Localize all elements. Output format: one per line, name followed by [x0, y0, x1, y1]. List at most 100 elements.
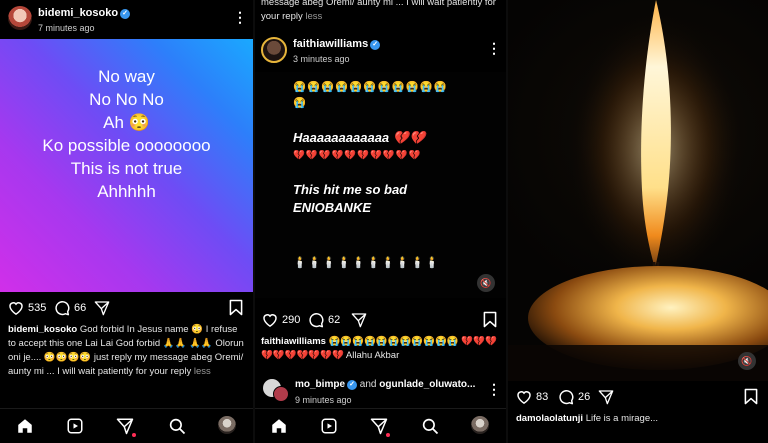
post-column-1: bidemi_kosoko ✓ 7 minutes ago ⋮ No way No… [0, 0, 253, 443]
caption-text: message abeg Oremi/ aunty mi ... I will … [261, 0, 496, 22]
caption-less-link[interactable]: less [305, 11, 322, 22]
post-actions: 83 26 [508, 387, 768, 409]
user-avatar[interactable] [261, 37, 287, 63]
search-icon[interactable] [421, 417, 439, 435]
comment-icon[interactable] [308, 312, 324, 328]
and-text: and [359, 379, 377, 390]
comment-action[interactable]: 26 [558, 389, 590, 405]
like-count: 535 [28, 301, 47, 314]
post-actions: 290 62 [255, 310, 506, 332]
post-username[interactable]: bidemi_kosoko ✓ [38, 7, 131, 19]
comment-count: 62 [328, 314, 341, 326]
post-header: faithiawilliams ✓ 3 minutes ago ⋮ [255, 34, 506, 72]
share-icon[interactable] [94, 300, 110, 316]
more-icon[interactable]: ⋮ [487, 382, 501, 396]
post-time: 7 minutes ago [38, 23, 95, 33]
username-text[interactable]: faithiawilliams [293, 38, 368, 50]
post-video[interactable]: 🔇 [508, 0, 768, 381]
image-line: Ah 😳 [103, 113, 150, 132]
search-icon[interactable] [168, 417, 186, 435]
caption-less-link[interactable]: less [194, 366, 211, 377]
username-text[interactable]: mo_bimpe [295, 379, 345, 390]
bottom-nav [255, 408, 506, 443]
like-action[interactable]: 290 [262, 312, 300, 327]
post-image[interactable]: No way No No No Ah 😳 Ko possible ooooooo… [0, 39, 253, 292]
reels-icon[interactable] [66, 417, 84, 435]
verified-icon: ✓ [120, 9, 131, 19]
save-action[interactable] [483, 311, 497, 328]
post-header: bidemi_kosoko ✓ 7 minutes ago ⋮ [0, 0, 253, 38]
like-action[interactable]: 535 [8, 300, 46, 315]
post-username[interactable]: mo_bimpe ✓ and ogunlade_oluwato... [295, 379, 475, 390]
post-caption: damolaolatunji Life is a mirage... [516, 412, 761, 426]
reels-icon[interactable] [320, 417, 338, 435]
image-text: No way No No No Ah 😳 Ko possible ooooooo… [0, 65, 253, 203]
heart-icon[interactable] [516, 389, 532, 404]
notification-dot [386, 433, 390, 437]
send-icon[interactable] [370, 417, 388, 435]
bookmark-icon[interactable] [229, 299, 243, 316]
post-time: 3 minutes ago [293, 54, 350, 64]
heart-icon[interactable] [262, 312, 278, 327]
more-icon[interactable]: ⋮ [487, 41, 501, 55]
share-action[interactable] [598, 389, 614, 405]
verified-icon: ✓ [347, 380, 358, 390]
video-text-line: ENIOBANKE [293, 200, 372, 215]
post-caption: bidemi_kosoko God forbid In Jesus name 😳… [8, 323, 244, 379]
send-icon[interactable] [116, 417, 134, 435]
share-action[interactable] [351, 312, 367, 328]
post-video[interactable]: 😭😭😭😭😭😭😭😭😭😭😭 😭 Haaaaaaaaaaaa 💔💔 💔💔💔💔💔💔💔💔💔… [255, 72, 506, 298]
post-column-3: 🔇 83 26 damolaolatunji Life is a mirage.… [508, 0, 768, 443]
candle-shadow [508, 345, 768, 381]
comment-count: 66 [74, 302, 87, 314]
heart-icon[interactable] [8, 300, 24, 315]
share-icon[interactable] [598, 389, 614, 405]
bottom-nav [0, 408, 253, 443]
broken-hearts-row: 💔💔💔💔💔💔💔💔💔💔 [293, 150, 422, 161]
prev-post-caption: message abeg Oremi/ aunty mi ... I will … [261, 0, 497, 24]
image-line: No No No [89, 90, 164, 109]
share-action[interactable] [94, 300, 110, 316]
mute-icon[interactable]: 🔇 [477, 274, 495, 292]
post-actions: 535 66 [0, 298, 253, 320]
user-avatar[interactable] [273, 386, 289, 402]
comment-action[interactable]: 62 [308, 312, 340, 328]
bookmark-icon[interactable] [744, 388, 758, 405]
comment-icon[interactable] [54, 300, 70, 316]
home-icon[interactable] [16, 417, 34, 435]
caption-username[interactable]: bidemi_kosoko [8, 324, 77, 335]
profile-avatar[interactable] [218, 416, 236, 434]
like-count: 290 [282, 313, 301, 326]
image-line: No way [98, 67, 155, 86]
username-text[interactable]: bidemi_kosoko [38, 7, 118, 19]
post-column-2: message abeg Oremi/ aunty mi ... I will … [255, 0, 506, 443]
bookmark-icon[interactable] [483, 311, 497, 328]
caption-username[interactable]: damolaolatunji [516, 413, 583, 424]
caption-username[interactable]: faithiawilliams [261, 336, 326, 347]
home-icon[interactable] [270, 417, 288, 435]
like-count: 83 [536, 390, 549, 403]
profile-avatar[interactable] [471, 416, 489, 434]
username-text[interactable]: ogunlade_oluwato... [379, 379, 475, 390]
more-icon[interactable]: ⋮ [233, 10, 247, 24]
comment-icon[interactable] [558, 389, 574, 405]
post-time: 9 minutes ago [295, 395, 352, 405]
save-action[interactable] [744, 388, 758, 405]
user-avatar[interactable] [8, 6, 32, 30]
post-username[interactable]: faithiawilliams ✓ [293, 38, 381, 50]
post-caption: faithiawilliams 😭😭😭😭😭😭😭😭😭😭😭 💔💔💔💔💔💔💔💔💔💔 A… [261, 335, 501, 363]
candle-image [508, 0, 768, 381]
save-action[interactable] [229, 299, 243, 316]
mute-icon[interactable]: 🔇 [738, 352, 756, 370]
image-line: Ko possible oooooooo [42, 136, 211, 155]
like-action[interactable]: 83 [516, 389, 548, 404]
share-icon[interactable] [351, 312, 367, 328]
caption-text: Life is a mirage... [585, 413, 659, 424]
emoji-row: 😭 [293, 97, 308, 109]
image-line: Ahhhhh [97, 182, 156, 201]
video-text-line: Haaaaaaaaaaaa 💔💔 [293, 130, 426, 145]
comment-action[interactable]: 66 [54, 300, 86, 316]
verified-icon: ✓ [370, 40, 381, 50]
image-line: This is not true [70, 159, 183, 178]
emoji-row: 😭😭😭😭😭😭😭😭😭😭😭 [293, 81, 448, 93]
